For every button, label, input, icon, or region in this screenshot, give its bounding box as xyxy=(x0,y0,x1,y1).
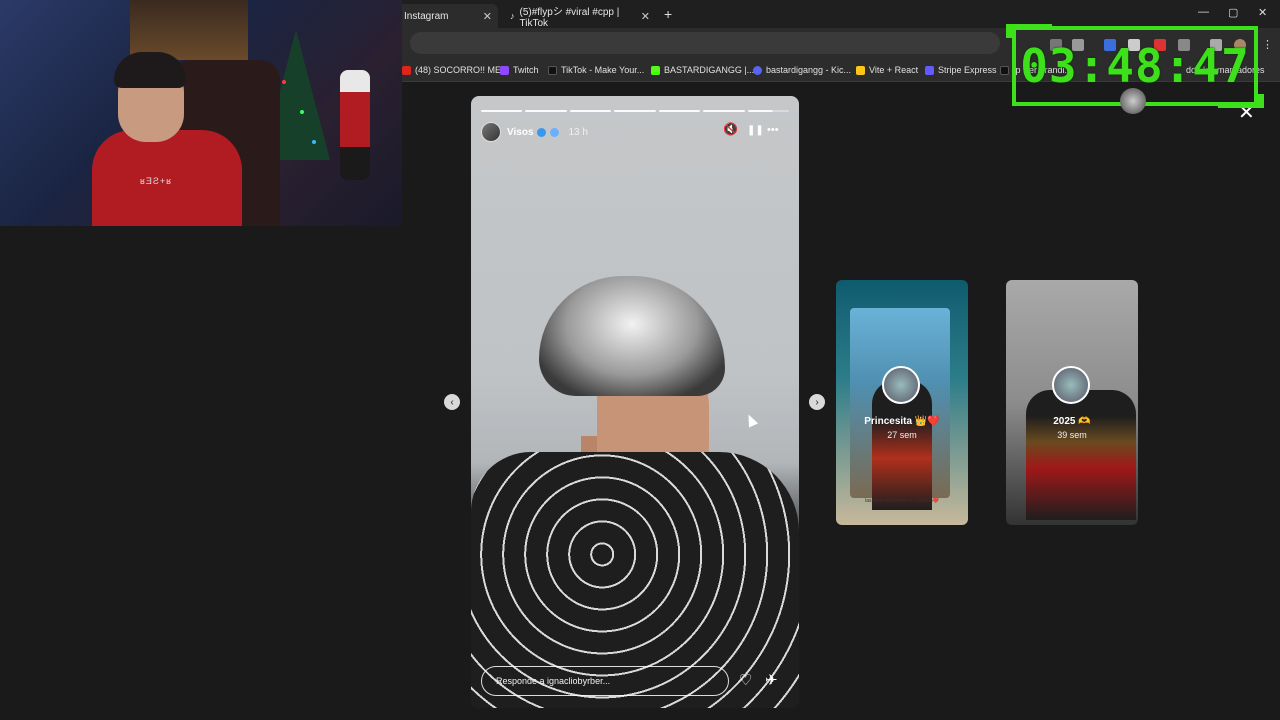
streamer-hair xyxy=(114,52,186,88)
bookmark-label: Stripe Express xyxy=(938,65,997,75)
tab-tiktok[interactable]: ♪ (5)#flypシ #viral #cpp | TikTok ✕ xyxy=(502,4,656,29)
next-story-button[interactable]: › xyxy=(809,394,825,410)
nutcracker-figure xyxy=(340,70,370,180)
webcam-overlay: ʁƎƧ+ʁ xyxy=(0,0,402,226)
tab-close-icon[interactable]: ✕ xyxy=(483,10,492,23)
progress-segment xyxy=(658,110,701,112)
vite-icon xyxy=(856,65,865,75)
story-viewer[interactable]: Visos 13 h 🔇 ❚❚ ••• ♡ ✈ xyxy=(471,96,799,708)
verified-badge-icon xyxy=(536,127,546,137)
bookmark-item[interactable]: (48) SOCORRO!! ME... xyxy=(402,63,509,77)
new-tab-button[interactable]: + xyxy=(664,6,672,22)
progress-segment-current xyxy=(747,110,789,112)
timer-value: 03:48:47 xyxy=(1020,39,1250,93)
tab-instagram-label: Instagram xyxy=(404,10,449,22)
preview-avatar xyxy=(1052,366,1090,404)
progress-segment xyxy=(481,110,523,112)
bookmark-item[interactable]: bastardigangg - Kic... xyxy=(753,63,851,77)
menu-icon[interactable]: ⋮ xyxy=(1262,38,1273,51)
story-preview-card[interactable]: Princesita 👑❤️ 27 sem las amo mis bebes … xyxy=(836,280,968,525)
bookmark-label: (48) SOCORRO!! ME... xyxy=(415,65,509,75)
timer-corner-decoration xyxy=(1218,94,1264,108)
kick-icon xyxy=(651,65,660,75)
tiktok-icon: ♪ xyxy=(510,11,515,21)
shirt-logo: ʁƎƧ+ʁ xyxy=(140,176,173,186)
story-time: 13 h xyxy=(568,126,588,138)
bookmark-item[interactable]: TikTok - Make Your... xyxy=(548,63,644,77)
bookmark-item[interactable]: Vite + React xyxy=(856,63,918,77)
bookmark-label: TikTok - Make Your... xyxy=(561,65,645,75)
preview-age: 27 sem xyxy=(887,430,917,440)
preview-age: 39 sem xyxy=(1057,430,1087,440)
bookmark-label: bastardigangg - Kic... xyxy=(766,65,852,75)
progress-segment xyxy=(614,110,656,112)
tree-light xyxy=(300,110,304,114)
screen: Instagram ✕ ♪ (5)#flypシ #viral #cpp | Ti… xyxy=(0,0,1280,720)
previous-story-button[interactable]: ‹ xyxy=(444,394,460,410)
tab-close-icon[interactable]: ✕ xyxy=(641,10,650,23)
preview-photo-figure xyxy=(1026,390,1136,520)
story-author-name[interactable]: Visos xyxy=(507,127,534,138)
story-reply-input[interactable] xyxy=(481,666,729,696)
maximize-button[interactable]: ▢ xyxy=(1228,6,1238,19)
story-preview-card[interactable]: 2025 🫶 39 sem xyxy=(1006,280,1138,525)
close-window-button[interactable]: ✕ xyxy=(1258,6,1267,19)
bookmark-label: Twitch xyxy=(513,65,539,75)
progress-segment xyxy=(703,110,745,112)
preview-caption: las amo mis bebes mi corazón❤️ xyxy=(865,498,939,504)
stripe-icon xyxy=(925,65,934,75)
url-omnibox[interactable] xyxy=(410,32,1000,54)
minimize-button[interactable]: — xyxy=(1198,6,1209,18)
webcam-background-window xyxy=(130,0,248,60)
tree-light xyxy=(312,140,316,144)
timer-avatar-icon xyxy=(1120,88,1146,114)
tab-instagram[interactable]: Instagram ✕ xyxy=(396,4,498,28)
preview-title: Princesita 👑❤️ xyxy=(864,416,940,427)
tree-light xyxy=(282,80,286,84)
story-author-avatar[interactable] xyxy=(481,122,501,142)
progress-segment xyxy=(525,110,567,112)
preview-avatar xyxy=(882,366,920,404)
progress-segment xyxy=(569,110,612,112)
tab-tiktok-label: (5)#flypシ #viral #cpp | TikTok xyxy=(519,7,620,29)
preview-title: 2025 🫶 xyxy=(1053,416,1091,427)
bookmark-item[interactable]: Twitch xyxy=(500,63,539,77)
close-friends-icon xyxy=(549,127,559,137)
more-options-icon[interactable]: ••• xyxy=(767,124,779,136)
story-header: Visos 13 h xyxy=(481,122,789,142)
tiktok-icon xyxy=(1000,65,1009,75)
bookmark-item[interactable]: Stripe Express xyxy=(925,63,997,77)
bookmark-item[interactable]: BASTARDIGANGG |... xyxy=(651,63,754,77)
tiktok-icon xyxy=(548,65,557,75)
youtube-icon xyxy=(402,65,411,75)
twitch-icon xyxy=(500,65,509,75)
like-heart-icon[interactable]: ♡ xyxy=(739,671,752,689)
story-photo-haircut xyxy=(539,276,725,396)
bookmark-label: BASTARDIGANGG |... xyxy=(664,65,755,75)
mute-icon[interactable]: 🔇 xyxy=(723,122,738,136)
bookmark-label: Vite + React xyxy=(869,65,919,75)
share-send-icon[interactable]: ✈ xyxy=(765,671,778,689)
timer-corner-decoration xyxy=(1006,24,1052,38)
pause-icon[interactable]: ❚❚ xyxy=(747,125,764,136)
story-progress-bar xyxy=(481,110,789,112)
bookmark-icon xyxy=(753,65,762,75)
